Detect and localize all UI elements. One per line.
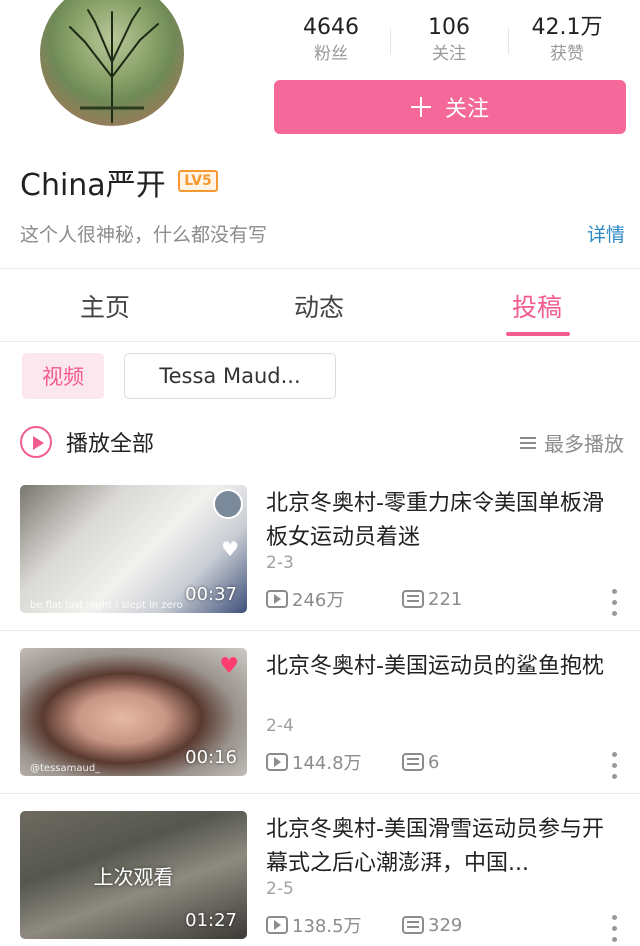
play-circle-icon	[20, 426, 52, 458]
video-thumbnail[interactable]: 上次观看 01:27	[20, 811, 247, 939]
danmaku-icon	[402, 753, 424, 771]
avatar[interactable]	[40, 0, 184, 126]
stat-fans[interactable]: 4646 粉丝	[272, 14, 390, 70]
plus-icon	[410, 97, 431, 117]
uploader-avatar	[213, 489, 243, 519]
last-watched-label: 上次观看	[93, 865, 174, 889]
video-title[interactable]: 北京冬奥村-美国运动员的鲨鱼抱枕	[266, 650, 616, 684]
thumbnail-caption: @tessamaud_	[30, 763, 101, 774]
detail-link[interactable]: 详情	[587, 220, 625, 247]
video-duration: 00:37	[185, 584, 237, 605]
play-count-value: 246万	[292, 590, 345, 611]
video-duration: 01:27	[185, 910, 237, 931]
tree-icon	[69, 7, 159, 123]
tab-bar: 主页 动态 投稿	[0, 270, 640, 342]
active-tab-indicator	[506, 332, 570, 336]
stat-value: 106	[428, 15, 470, 40]
video-episode: 2-5	[266, 879, 294, 899]
play-count-icon	[266, 916, 288, 934]
play-count: 246万	[266, 586, 402, 612]
follow-button[interactable]: 关注	[274, 80, 626, 134]
play-count-value: 144.8万	[292, 753, 362, 774]
danmaku-count-value: 221	[428, 588, 463, 610]
video-meta: 138.5万 329	[266, 912, 462, 938]
video-item[interactable]: ♥ be flat last night I slept in zero 00:…	[0, 485, 640, 635]
play-count: 144.8万	[266, 749, 402, 775]
video-thumbnail[interactable]: ♥ be flat last night I slept in zero 00:…	[20, 485, 247, 613]
play-count-value: 138.5万	[292, 916, 362, 937]
tab-uploads[interactable]: 投稿	[512, 288, 562, 324]
stat-label: 获赞	[550, 44, 584, 64]
video-item[interactable]: ♥ @tessamaud_ 00:16 北京冬奥村-美国运动员的鲨鱼抱枕 2-4…	[0, 648, 640, 798]
play-all-button[interactable]: 播放全部	[20, 424, 154, 460]
thumbnail-caption: be flat last night I slept in zero	[30, 600, 183, 611]
stat-following[interactable]: 106 关注	[390, 14, 508, 70]
heart-icon: ♥	[221, 537, 239, 561]
video-duration: 00:16	[185, 747, 237, 768]
video-title[interactable]: 北京冬奥村-美国滑雪运动员参与开幕式之后心潮澎湃，中国...	[266, 813, 616, 881]
danmaku-count-value: 329	[428, 914, 463, 936]
danmaku-count: 329	[402, 915, 462, 936]
username: China严开	[20, 168, 166, 203]
divider	[0, 268, 640, 269]
divider	[0, 793, 640, 794]
danmaku-icon	[402, 916, 424, 934]
tab-home[interactable]: 主页	[80, 288, 130, 324]
profile-stats: 4646 粉丝 106 关注 42.1万 获赞	[272, 14, 626, 70]
bio-text: 这个人很神秘，什么都没有写	[20, 224, 268, 246]
sort-dropdown[interactable]: 最多播放	[520, 428, 624, 457]
video-meta: 246万 221	[266, 586, 462, 612]
play-count: 138.5万	[266, 912, 402, 938]
divider	[0, 341, 640, 342]
more-options-icon[interactable]	[612, 752, 618, 782]
danmaku-count-value: 6	[428, 751, 440, 773]
play-count-icon	[266, 590, 288, 608]
play-all-label: 播放全部	[66, 432, 155, 457]
sort-icon	[520, 436, 536, 449]
stat-value: 4646	[303, 15, 359, 40]
heart-icon: ♥	[219, 654, 239, 679]
more-options-icon[interactable]	[612, 589, 618, 619]
danmaku-count: 221	[402, 589, 462, 610]
video-episode: 2-3	[266, 553, 294, 573]
stat-value: 42.1万	[531, 15, 603, 40]
filter-chip-collection[interactable]: Tessa Maud...	[124, 353, 336, 399]
video-item[interactable]: 上次观看 01:27 北京冬奥村-美国滑雪运动员参与开幕式之后心潮澎湃，中国..…	[0, 811, 640, 946]
filter-chip-video[interactable]: 视频	[22, 353, 104, 399]
video-thumbnail[interactable]: ♥ @tessamaud_ 00:16	[20, 648, 247, 776]
level-badge: LV5	[178, 170, 218, 192]
divider	[0, 630, 640, 631]
video-meta: 144.8万 6	[266, 749, 439, 775]
stat-likes[interactable]: 42.1万 获赞	[508, 14, 626, 70]
stat-label: 粉丝	[314, 44, 348, 64]
tab-dynamics[interactable]: 动态	[294, 288, 344, 324]
sort-label: 最多播放	[544, 432, 624, 456]
danmaku-icon	[402, 590, 424, 608]
stat-label: 关注	[432, 44, 466, 64]
video-title[interactable]: 北京冬奥村-零重力床令美国单板滑板女运动员着迷	[266, 487, 616, 555]
play-count-icon	[266, 753, 288, 771]
more-options-icon[interactable]	[612, 915, 618, 945]
follow-button-label: 关注	[444, 97, 489, 122]
danmaku-count: 6	[402, 752, 439, 773]
video-episode: 2-4	[266, 716, 294, 736]
